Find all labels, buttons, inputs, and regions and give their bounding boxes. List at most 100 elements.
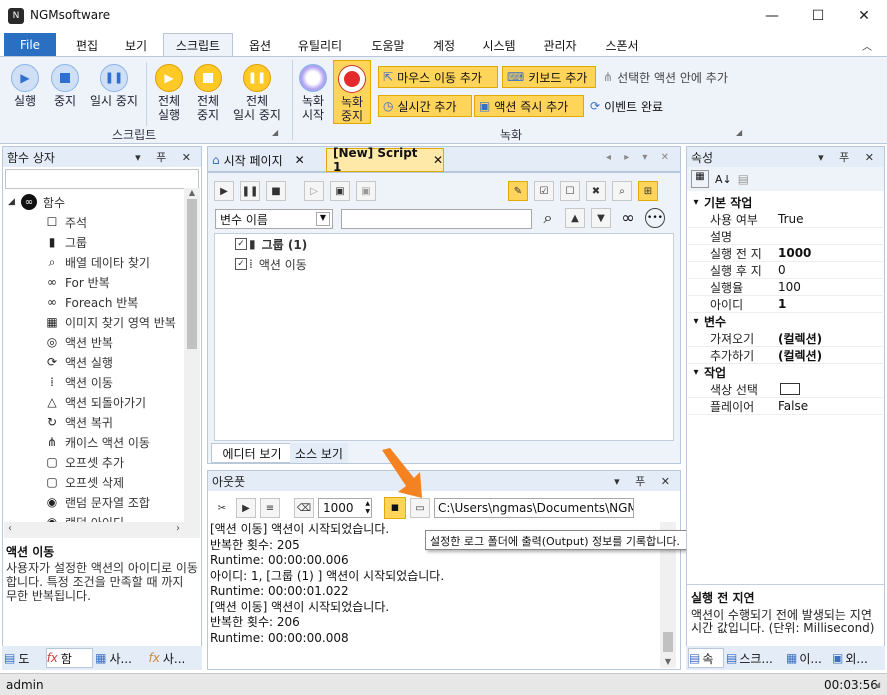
minimize-button[interactable]: — (749, 0, 795, 32)
function-item[interactable]: ◎ 액션 반복 (44, 332, 184, 352)
function-item[interactable]: ▢ 오프셋 삭제 (44, 472, 184, 492)
search-icon[interactable]: ⌕ (612, 181, 632, 201)
function-item[interactable]: ◉ 랜덤 문자열 조합 (44, 492, 184, 512)
add-instant-button[interactable]: ▣ 액션 즉시 추가 (474, 95, 584, 117)
record-stop-button[interactable]: 녹화 중지 (333, 60, 371, 124)
menu-options[interactable]: 옵션 (238, 34, 282, 56)
record-start-button[interactable]: 녹화 시작 (296, 64, 330, 122)
variable-search-input[interactable] (341, 209, 532, 229)
tab-script-list[interactable]: ▤ 스크... (726, 648, 784, 668)
menu-script[interactable]: 스크립트 (163, 33, 233, 57)
tab-functions[interactable]: fx 함 (45, 648, 94, 668)
tree-node-group[interactable]: ✓ ▮ 그룹 (1) (215, 234, 673, 254)
panel-pin-close-icons[interactable]: ▾ 푸 ✕ (818, 149, 880, 165)
log-path-input[interactable]: C:\Users\ngmas\Documents\NGM6\ (434, 498, 634, 518)
function-item[interactable]: ◉ 랜덤 아이디 (44, 512, 184, 522)
tree-view-icon[interactable]: ⊞ (638, 181, 658, 201)
menu-edit[interactable]: 편집 (65, 34, 109, 56)
close-button[interactable]: ✕ (841, 0, 887, 32)
property-row[interactable]: 아이디 1 (688, 296, 883, 313)
add-keyboard-button[interactable]: ⌨ 키보드 추가 (502, 66, 596, 88)
property-row[interactable]: 가져오기 (컬렉션) (688, 330, 883, 347)
add-in-action-button[interactable]: ⋔ 선택한 액션 안에 추가 (599, 66, 749, 88)
menu-utility[interactable]: 유틸리티 (288, 34, 352, 56)
menu-system[interactable]: 시스템 (474, 34, 524, 56)
property-row[interactable]: 색상 선택 (688, 381, 883, 398)
function-item[interactable]: ▦ 이미지 찾기 영역 반복 (44, 312, 184, 332)
uncheck-icon[interactable]: ☐ (560, 181, 580, 201)
next-icon[interactable]: ▼ (591, 208, 611, 228)
panel-pin-close-icons[interactable]: ▾ 푸 ✕ (614, 473, 676, 489)
eraser-icon[interactable]: ⌫ (294, 498, 314, 518)
checkbox-icon[interactable]: ✓ (235, 258, 247, 270)
list-icon[interactable]: ≡ (260, 498, 280, 518)
search-icon[interactable]: ⌕ (537, 208, 559, 230)
menu-admin[interactable]: 관리자 (534, 34, 586, 56)
event-done-button[interactable]: ⟳ 이벤트 완료 (586, 95, 678, 117)
tab-controls[interactable]: ▤ 도 (4, 648, 44, 668)
run-all-button[interactable]: ▶ 전체 실행 (151, 64, 187, 122)
function-item[interactable]: ⟳ 액션 실행 (44, 352, 184, 372)
checkbox-icon[interactable]: ✓ (235, 238, 247, 250)
step-play-icon[interactable]: ▷ (304, 181, 324, 201)
panel-pin-close-icons[interactable]: ▾ 푸 ✕ (135, 149, 197, 165)
alpha-sort-icon[interactable]: A↓ (715, 173, 732, 186)
variable-select[interactable]: 변수 이름 ▼ (215, 209, 333, 229)
dialog-launcher-icon[interactable]: ◢ (736, 128, 742, 137)
property-row[interactable]: 사용 여부 True (688, 211, 883, 228)
tab-editor-view[interactable]: 에디터 보기 (211, 443, 293, 463)
tab-user-fx[interactable]: fx 사... (149, 648, 200, 668)
tab-start-page[interactable]: ⌂ 시작 페이지 ✕ (212, 150, 305, 170)
check-icon[interactable]: ☑ (534, 181, 554, 201)
broom-icon[interactable]: ✂ (212, 498, 232, 518)
pause-icon[interactable]: ❚❚ (240, 181, 260, 201)
function-scrollbar[interactable]: ▲ (184, 188, 200, 522)
file-menu[interactable]: File (4, 33, 56, 56)
maximize-button[interactable]: ☐ (795, 0, 841, 32)
edit-icon[interactable]: ✎ (508, 181, 528, 201)
tree-root[interactable]: ◢ ∞ 함수 (8, 192, 184, 212)
menu-view[interactable]: 보기 (114, 34, 158, 56)
pause-all-button[interactable]: ❚❚ 전체 일시 중지 (228, 64, 286, 122)
prev-icon[interactable]: ▲ (565, 208, 585, 228)
color-swatch[interactable] (780, 383, 800, 395)
pause-button[interactable]: ❚❚ 일시 중지 (86, 64, 142, 108)
property-row[interactable]: 설명 (688, 228, 883, 245)
collapse-icon[interactable]: ▾ (688, 367, 704, 378)
tree-node-action[interactable]: ✓ ⁞ 액션 이동 (215, 254, 673, 274)
expand-icon[interactable]: ◢ (8, 197, 15, 207)
add-realtime-button[interactable]: ◷ 실시간 추가 (378, 95, 472, 117)
run-button[interactable]: ▶ 실행 (8, 64, 42, 108)
step-box-icon[interactable]: ▣ (330, 181, 350, 201)
play-icon[interactable]: ▶ (214, 181, 234, 201)
property-row[interactable]: 실행 후 지 0 (688, 262, 883, 279)
category-sort-icon[interactable]: ▦ (691, 170, 709, 188)
property-section[interactable]: ▾ 작업 (688, 364, 883, 381)
log-count-input[interactable]: 1000 ▲ ▼ (318, 498, 372, 518)
property-row[interactable]: 실행 전 지 1000 (688, 245, 883, 262)
tab-nav-icons[interactable]: ◂ ▸ ▾ ✕ (606, 152, 674, 163)
ribbon-collapse-icon[interactable]: ︿ (862, 38, 872, 53)
spinner-icon[interactable]: ▲ ▼ (365, 500, 370, 516)
function-item[interactable]: ↻ 액션 복귀 (44, 412, 184, 432)
dialog-launcher-icon[interactable]: ◢ (272, 128, 278, 137)
menu-sponsor[interactable]: 스폰서 (596, 34, 648, 56)
property-row[interactable]: 실행율 100 (688, 279, 883, 296)
stop-all-button[interactable]: 전체 중지 (190, 64, 226, 122)
menu-help[interactable]: 도움말 (362, 34, 414, 56)
function-item[interactable]: ☐ 주석 (44, 212, 184, 232)
more-icon[interactable]: ••• (645, 208, 665, 228)
property-row[interactable]: 추가하기 (컬렉션) (688, 347, 883, 364)
function-hscrollbar[interactable]: ‹ › (4, 522, 200, 538)
function-item[interactable]: ⁞ 액션 이동 (44, 372, 184, 392)
close-tab-icon[interactable]: ✕ (295, 153, 305, 167)
function-item[interactable]: ∞ Foreach 반복 (44, 292, 184, 312)
step-next-icon[interactable]: ▣ (356, 181, 376, 201)
stop-icon[interactable]: ■ (266, 181, 286, 201)
function-item[interactable]: △ 액션 되돌아가기 (44, 392, 184, 412)
property-pages-icon[interactable]: ▤ (738, 172, 749, 186)
stop-button[interactable]: 중지 (48, 64, 82, 108)
tab-user[interactable]: ▦ 사... (95, 648, 146, 668)
loop-icon[interactable]: ∞ (617, 208, 639, 230)
tab-image[interactable]: ▦ 이... (786, 648, 830, 668)
